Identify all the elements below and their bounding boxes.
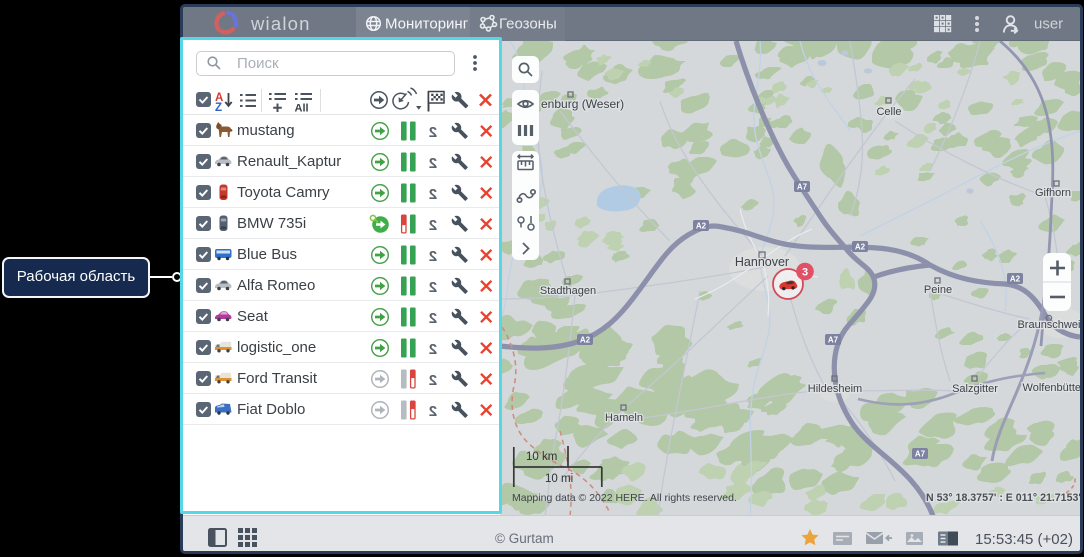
svg-text:2: 2: [429, 279, 437, 296]
svg-text:A2: A2: [1010, 275, 1021, 284]
svg-text:Salzgitter: Salzgitter: [952, 383, 998, 395]
svg-text:enburg (Weser): enburg (Weser): [541, 97, 624, 111]
svg-text:3: 3: [802, 267, 808, 279]
svg-text:All: All: [295, 103, 309, 115]
svg-text:Wolfenbüttel: Wolfenbüttel: [1023, 382, 1080, 394]
svg-text:A2: A2: [696, 222, 707, 231]
svg-text:10 mi: 10 mi: [545, 473, 573, 485]
svg-text:A2: A2: [580, 336, 591, 345]
svg-text:2: 2: [429, 310, 437, 327]
svg-text:wialon: wialon: [250, 13, 311, 34]
svg-text:user: user: [1034, 16, 1063, 33]
svg-text:2: 2: [429, 217, 437, 234]
svg-text:2: 2: [429, 186, 437, 203]
svg-text:Hameln: Hameln: [605, 412, 643, 424]
svg-text:A7: A7: [828, 336, 839, 345]
svg-text:2: 2: [429, 248, 437, 265]
svg-text:Celle: Celle: [876, 106, 901, 118]
svg-text:A7: A7: [797, 183, 808, 192]
svg-text:N 53° 18.3757' : E 011° 21.715: N 53° 18.3757' : E 011° 21.7153': [926, 492, 1080, 504]
svg-text:10 km: 10 km: [526, 451, 557, 463]
svg-text:Z: Z: [215, 102, 222, 114]
svg-text:Геозоны: Геозоны: [499, 16, 557, 33]
svg-text:A2: A2: [855, 243, 866, 252]
svg-text:© Gurtam: © Gurtam: [495, 531, 554, 546]
svg-text:A7: A7: [915, 450, 926, 459]
svg-text:2: 2: [429, 124, 437, 141]
svg-text:Gifhorn: Gifhorn: [1035, 187, 1071, 199]
svg-text:2: 2: [429, 372, 437, 389]
svg-text:Stadthagen: Stadthagen: [540, 285, 596, 297]
svg-text:Mapping data © 2022 HERE. All: Mapping data © 2022 HERE. All rights res…: [512, 492, 737, 504]
svg-text:2: 2: [429, 403, 437, 420]
svg-text:Peine: Peine: [924, 284, 952, 296]
svg-text:15:53:45 (+02): 15:53:45 (+02): [975, 531, 1073, 548]
svg-text:Hannover: Hannover: [735, 255, 789, 269]
svg-text:Hildesheim: Hildesheim: [808, 383, 862, 395]
svg-text:Мониторинг: Мониторинг: [385, 16, 469, 33]
svg-text:2: 2: [429, 341, 437, 358]
svg-text:Braunschweig: Braunschweig: [1017, 319, 1080, 331]
svg-text:2: 2: [429, 155, 437, 172]
